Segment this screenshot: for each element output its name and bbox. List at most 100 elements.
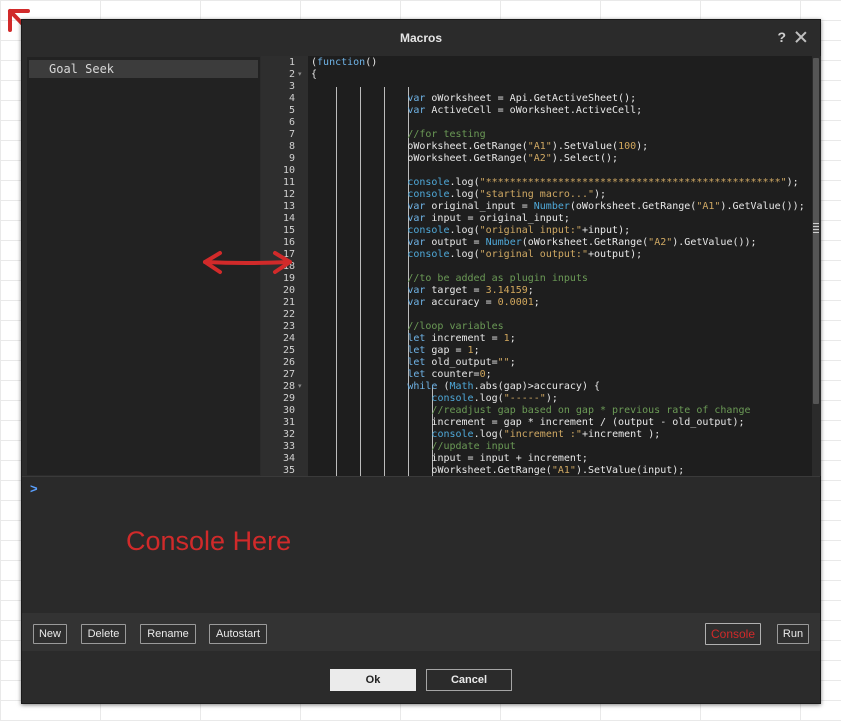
code-token: ()	[365, 57, 378, 68]
code-editor[interactable]: 1 2 ▾ 3 4 5 6 7 8 9 10 11 12 13 14 15 16 17 18 19 20 21 22 23 24…	[261, 56, 813, 476]
line-number: 31	[282, 417, 295, 428]
line-number: 25	[282, 345, 295, 356]
code-token: increment =	[425, 333, 504, 344]
run-button[interactable]: Run	[777, 624, 809, 644]
code-token: oWorksheet = Api.GetActiveSheet();	[425, 93, 637, 104]
code-token: oWorksheet.GetRange(	[431, 465, 552, 476]
code-token: ;	[533, 297, 540, 308]
code-token: console	[407, 189, 450, 200]
code-token: 100	[618, 141, 637, 152]
fold-toggle-icon[interactable]: ▾	[298, 381, 302, 393]
code-token: (oWorksheet.GetRange(	[569, 201, 697, 212]
code-token: ;	[509, 333, 516, 344]
line-number: 22	[282, 309, 295, 320]
code-token: );	[593, 189, 607, 200]
code-line: //readjust gap based on gap * previous r…	[311, 405, 813, 417]
code-token: );	[545, 393, 558, 404]
console-panel[interactable]: > Console Here	[22, 476, 820, 614]
console-prompt-chevron-icon: >	[30, 481, 38, 496]
code-token: (oWorksheet.GetRange(	[521, 237, 649, 248]
close-icon[interactable]	[794, 30, 808, 44]
code-token: function	[317, 57, 366, 68]
code-token: ;	[485, 369, 492, 380]
code-token: "original input:"	[479, 225, 582, 236]
rename-button[interactable]: Rename	[140, 624, 196, 644]
code-line: increment = gap * increment / (output - …	[311, 417, 813, 429]
code-token: "A2"	[648, 237, 673, 248]
console-button[interactable]: Console	[705, 623, 761, 645]
code-token: console	[407, 249, 450, 260]
code-line: while (Math.abs(gap)>accuracy) {	[311, 381, 813, 393]
code-line: //for testing	[311, 129, 813, 141]
code-token: Number	[485, 237, 522, 248]
code-token: increment = gap * increment / (output - …	[431, 417, 745, 428]
code-token: ).SetValue(input);	[575, 465, 685, 476]
help-icon[interactable]: ?	[777, 29, 786, 45]
code-token: counter=	[425, 369, 480, 380]
code-token: .log(	[449, 225, 480, 236]
code-token: "increment :"	[503, 429, 582, 440]
line-number: 23	[282, 321, 295, 332]
dialog-footer: Ok Cancel	[22, 651, 820, 703]
code-token: .log(	[449, 189, 480, 200]
editor-vertical-scrollbar[interactable]	[812, 56, 821, 476]
code-line: input = input + increment;	[311, 453, 813, 465]
cancel-button[interactable]: Cancel	[426, 669, 512, 691]
new-button[interactable]: New	[33, 624, 67, 644]
code-token: console	[407, 225, 450, 236]
code-token: oWorksheet.GetRange(	[407, 141, 528, 152]
code-line: console.log("original input:"+input);	[311, 225, 813, 237]
code-token: .abs(gap)>accuracy) {	[473, 381, 601, 392]
code-token: .log(	[449, 177, 480, 188]
code-token: //update input	[431, 441, 516, 452]
code-token: console	[407, 177, 450, 188]
code-token: ""	[497, 357, 510, 368]
code-token: +output);	[587, 249, 643, 260]
code-line: //loop variables	[311, 321, 813, 333]
code-token: var	[407, 297, 426, 308]
code-line: var input = original_input;	[311, 213, 813, 225]
code-token: ActiveCell = oWorksheet.ActiveCell;	[425, 105, 643, 116]
code-token: old_output=	[425, 357, 498, 368]
line-number: 35	[282, 465, 295, 476]
code-token: let	[407, 357, 426, 368]
code-token: while	[407, 381, 438, 392]
line-number: 28	[282, 381, 295, 392]
code-token: ;	[509, 357, 516, 368]
code-token: 3.14159	[485, 285, 528, 296]
code-token: var	[407, 201, 426, 212]
code-token: .log(	[449, 249, 480, 260]
delete-button[interactable]: Delete	[81, 624, 126, 644]
line-number: 24	[282, 333, 295, 344]
code-token: "***************************************…	[479, 177, 787, 188]
code-line: {	[311, 69, 813, 81]
code-token: var	[407, 285, 426, 296]
code-line: let increment = 1;	[311, 333, 813, 345]
code-area[interactable]: (function(){ var oWorksheet = Api.GetAct…	[311, 56, 813, 476]
line-number: 27	[282, 369, 295, 380]
code-token: +input);	[581, 225, 631, 236]
code-token: var	[407, 213, 426, 224]
code-token: .log(	[473, 393, 504, 404]
code-token: let	[407, 369, 426, 380]
ok-button[interactable]: Ok	[330, 669, 416, 691]
line-number: 34	[282, 453, 295, 464]
autostart-button[interactable]: Autostart	[209, 624, 267, 644]
code-token: let	[407, 333, 426, 344]
code-token: //for testing	[407, 129, 486, 140]
code-line: let old_output="";	[311, 357, 813, 369]
splitter-resize-annotation	[203, 251, 292, 274]
